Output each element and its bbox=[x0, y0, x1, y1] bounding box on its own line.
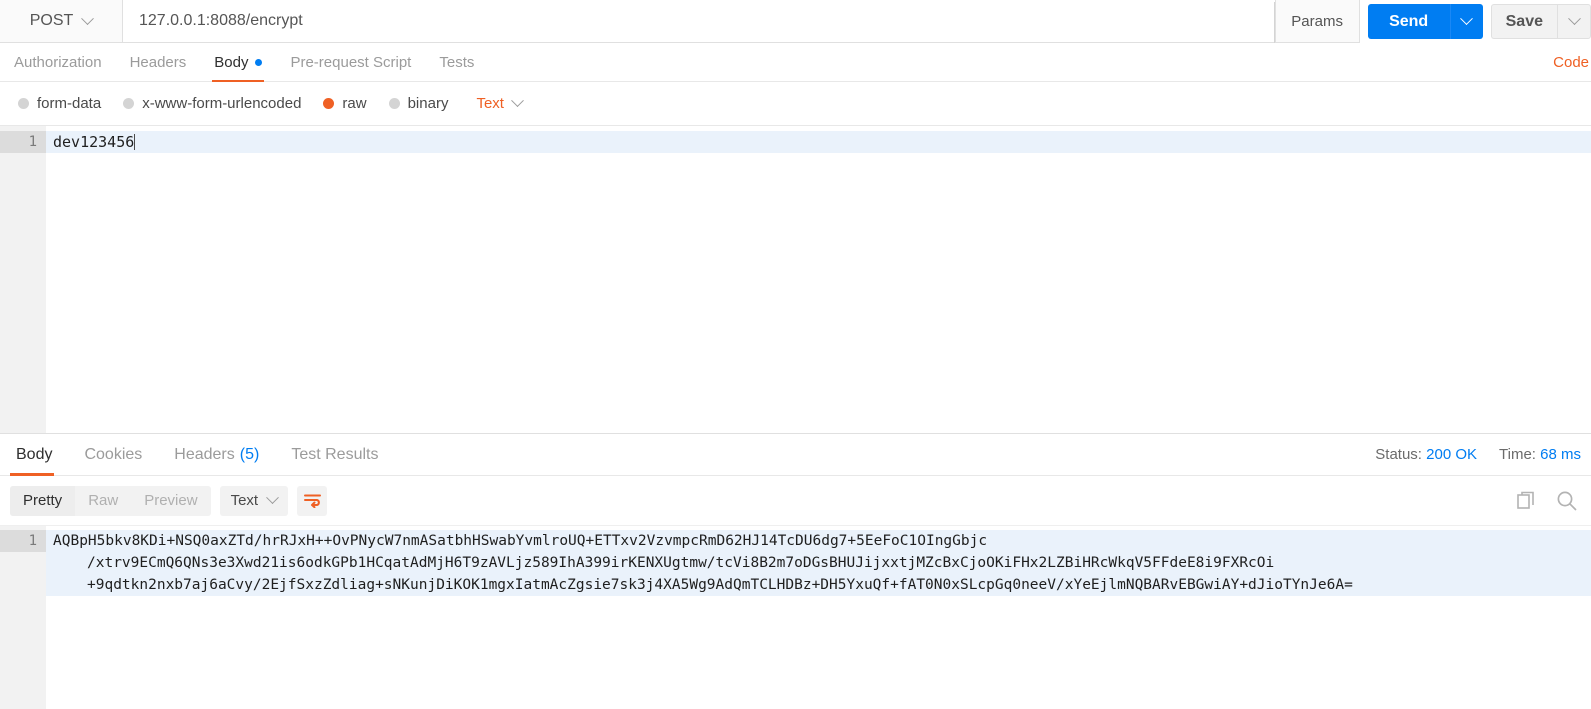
response-tool-icons bbox=[1517, 476, 1577, 525]
tab-tests[interactable]: Tests bbox=[425, 43, 488, 81]
chevron-down-icon bbox=[1567, 12, 1581, 26]
tab-label: Cookies bbox=[84, 445, 143, 463]
response-tab-headers[interactable]: Headers (5) bbox=[158, 434, 275, 475]
view-mode-raw[interactable]: Raw bbox=[75, 486, 131, 516]
http-method-label: POST bbox=[29, 12, 74, 29]
response-tab-body[interactable]: Body bbox=[0, 434, 68, 476]
response-toolbar: Pretty Raw Preview Text bbox=[0, 476, 1591, 525]
search-button[interactable] bbox=[1556, 490, 1577, 511]
tab-headers[interactable]: Headers bbox=[116, 43, 201, 81]
radio-icon bbox=[388, 98, 400, 109]
time-badge: Time: 68 ms bbox=[1499, 446, 1581, 463]
radio-selected-icon bbox=[323, 98, 335, 109]
request-body-editor[interactable]: 1 dev123456 bbox=[0, 125, 1591, 434]
save-options-button[interactable] bbox=[1557, 4, 1591, 39]
url-field-divider bbox=[1273, 2, 1275, 47]
response-code-area[interactable]: AQBpH5bkv8KDi+NSQ0axZTd/hrRJxH++OvPNycW7… bbox=[46, 526, 1591, 709]
body-modified-dot-icon bbox=[255, 58, 263, 66]
send-options-button[interactable] bbox=[1449, 4, 1483, 39]
save-button-group: Save bbox=[1490, 4, 1591, 39]
response-tab-test-results[interactable]: Test Results bbox=[275, 434, 394, 475]
tab-body[interactable]: Body bbox=[200, 43, 276, 82]
status-badge: Status: 200 OK bbox=[1375, 446, 1477, 463]
raw-format-dropdown[interactable]: Text bbox=[476, 94, 524, 112]
status-label: Status: bbox=[1375, 446, 1422, 463]
line-number: 1 bbox=[0, 530, 46, 552]
tab-label: Tests bbox=[439, 53, 475, 71]
chevron-down-icon bbox=[81, 11, 95, 25]
view-mode-preview[interactable]: Preview bbox=[131, 486, 210, 516]
time-label: Time: bbox=[1499, 446, 1536, 463]
body-type-label: x-www-form-urlencoded bbox=[142, 95, 302, 112]
chevron-down-icon bbox=[511, 94, 524, 108]
copy-icon bbox=[1517, 491, 1534, 509]
view-mode-pretty[interactable]: Pretty bbox=[10, 485, 76, 516]
body-type-urlencoded[interactable]: x-www-form-urlencoded bbox=[123, 95, 301, 112]
postman-window: POST 127.0.0.1:8088/encrypt Params Send … bbox=[0, 0, 1591, 709]
copy-button[interactable] bbox=[1517, 491, 1536, 510]
send-button[interactable]: Send bbox=[1367, 4, 1450, 39]
response-tab-cookies[interactable]: Cookies bbox=[68, 434, 158, 475]
word-wrap-icon bbox=[303, 494, 321, 508]
http-method-selector[interactable]: POST bbox=[0, 0, 123, 43]
body-type-binary[interactable]: binary bbox=[388, 95, 449, 112]
response-body-line: AQBpH5bkv8KDi+NSQ0axZTd/hrRJxH++OvPNycW7… bbox=[46, 530, 1591, 552]
tab-label: Test Results bbox=[291, 445, 379, 463]
radio-icon bbox=[18, 98, 29, 109]
request-url-bar: POST 127.0.0.1:8088/encrypt Params Send … bbox=[0, 0, 1591, 47]
code-link[interactable]: Code bbox=[1553, 43, 1591, 81]
chevron-down-icon bbox=[266, 491, 279, 505]
tab-label: Pre-request Script bbox=[290, 53, 412, 71]
body-type-selector: form-data x-www-form-urlencoded raw bina… bbox=[0, 82, 1591, 125]
search-icon bbox=[1557, 491, 1577, 511]
url-input-value: 127.0.0.1:8088/encrypt bbox=[139, 12, 303, 29]
word-wrap-button[interactable] bbox=[297, 485, 328, 516]
body-type-form-data[interactable]: form-data bbox=[18, 95, 101, 112]
headers-count-badge: (5) bbox=[239, 445, 260, 463]
response-body-viewer[interactable]: 1 AQBpH5bkv8KDi+NSQ0axZTd/hrRJxH++OvPNyc… bbox=[0, 525, 1591, 709]
body-type-label: form-data bbox=[37, 95, 102, 112]
time-value: 68 ms bbox=[1540, 446, 1581, 463]
response-tab-bar: Body Cookies Headers (5) Test Results St… bbox=[0, 434, 1591, 476]
body-type-label: binary bbox=[407, 95, 449, 112]
tab-label: Headers bbox=[174, 445, 235, 463]
response-gutter: 1 bbox=[0, 526, 46, 709]
body-type-label: raw bbox=[342, 95, 367, 112]
request-editor-code[interactable]: dev123456 bbox=[46, 126, 1591, 433]
body-type-raw[interactable]: raw bbox=[323, 95, 367, 112]
response-format-dropdown[interactable]: Text bbox=[219, 485, 289, 516]
status-value: 200 OK bbox=[1426, 446, 1478, 463]
tab-label: Authorization bbox=[14, 53, 102, 71]
request-editor-line[interactable]: dev123456 bbox=[46, 131, 1591, 153]
response-view-mode-group: Pretty Raw Preview bbox=[10, 485, 211, 516]
tab-pre-request-script[interactable]: Pre-request Script bbox=[276, 43, 425, 81]
params-button[interactable]: Params bbox=[1275, 0, 1360, 43]
line-number: 1 bbox=[0, 131, 46, 153]
response-meta: Status: 200 OK Time: 68 ms bbox=[1375, 434, 1581, 475]
chevron-down-icon bbox=[1460, 12, 1473, 26]
tab-label: Headers bbox=[129, 53, 187, 71]
request-tab-bar: Authorization Headers Body Pre-request S… bbox=[0, 43, 1591, 82]
response-body-line: /xtrv9ECmQ6QNs3e3Xwd21is6odkGPb1HCqatAdM… bbox=[46, 552, 1591, 574]
radio-icon bbox=[123, 98, 135, 109]
tab-label: Body bbox=[16, 445, 53, 463]
tab-label: Body bbox=[214, 53, 249, 71]
url-input[interactable]: 127.0.0.1:8088/encrypt bbox=[123, 0, 1276, 47]
request-editor-gutter: 1 bbox=[0, 126, 46, 433]
response-body-line: +9qdtkn2nxb7aj6aCvy/2EjfSxzZdliag+sNKunj… bbox=[46, 574, 1591, 596]
save-button[interactable]: Save bbox=[1490, 4, 1557, 39]
response-format-label: Text bbox=[230, 492, 259, 509]
send-button-group: Send bbox=[1367, 4, 1483, 39]
tab-authorization[interactable]: Authorization bbox=[0, 43, 116, 81]
request-body-text: dev123456 bbox=[53, 133, 135, 151]
text-cursor bbox=[134, 134, 136, 150]
raw-format-label: Text bbox=[476, 95, 504, 112]
